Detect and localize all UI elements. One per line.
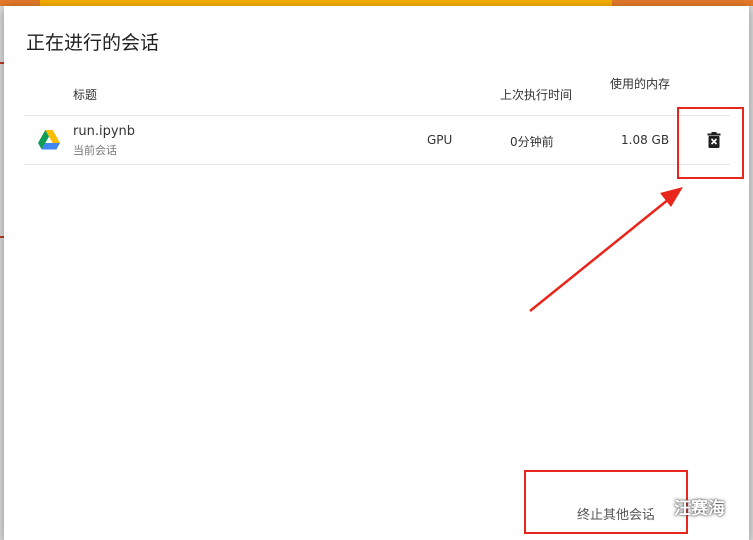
wechat-icon <box>644 496 669 517</box>
watermark: 汪赛海 <box>644 494 725 519</box>
sessions-table: 标题 上次执行时间 使用的内存 run.ipynb 当前会话 GPU 0分钟前 … <box>24 72 730 165</box>
column-header-title: 标题 <box>73 88 98 102</box>
google-drive-icon <box>38 130 60 150</box>
screenshot-stage: 正在进行的会话 标题 上次执行时间 使用的内存 run.ipynb 当前会话 G… <box>0 0 753 540</box>
table-row[interactable]: run.ipynb 当前会话 GPU 0分钟前 1.08 GB <box>24 116 730 165</box>
dialog-title: 正在进行的会话 <box>26 32 160 54</box>
session-memory: 1.08 GB <box>621 133 670 147</box>
watermark-text: 汪赛海 <box>674 499 725 519</box>
annotation-box-delete <box>677 107 744 179</box>
background-right-edge <box>749 6 753 540</box>
column-header-memory: 使用的内存 <box>610 77 671 91</box>
column-header-last-exec: 上次执行时间 <box>500 88 573 102</box>
session-file-name[interactable]: run.ipynb <box>73 124 135 139</box>
session-subtitle: 当前会话 <box>73 144 117 157</box>
sessions-dialog: 正在进行的会话 标题 上次执行时间 使用的内存 run.ipynb 当前会话 G… <box>4 6 749 540</box>
table-header: 标题 上次执行时间 使用的内存 <box>24 72 730 116</box>
session-accelerator: GPU <box>427 133 453 147</box>
session-last-exec: 0分钟前 <box>510 135 554 149</box>
